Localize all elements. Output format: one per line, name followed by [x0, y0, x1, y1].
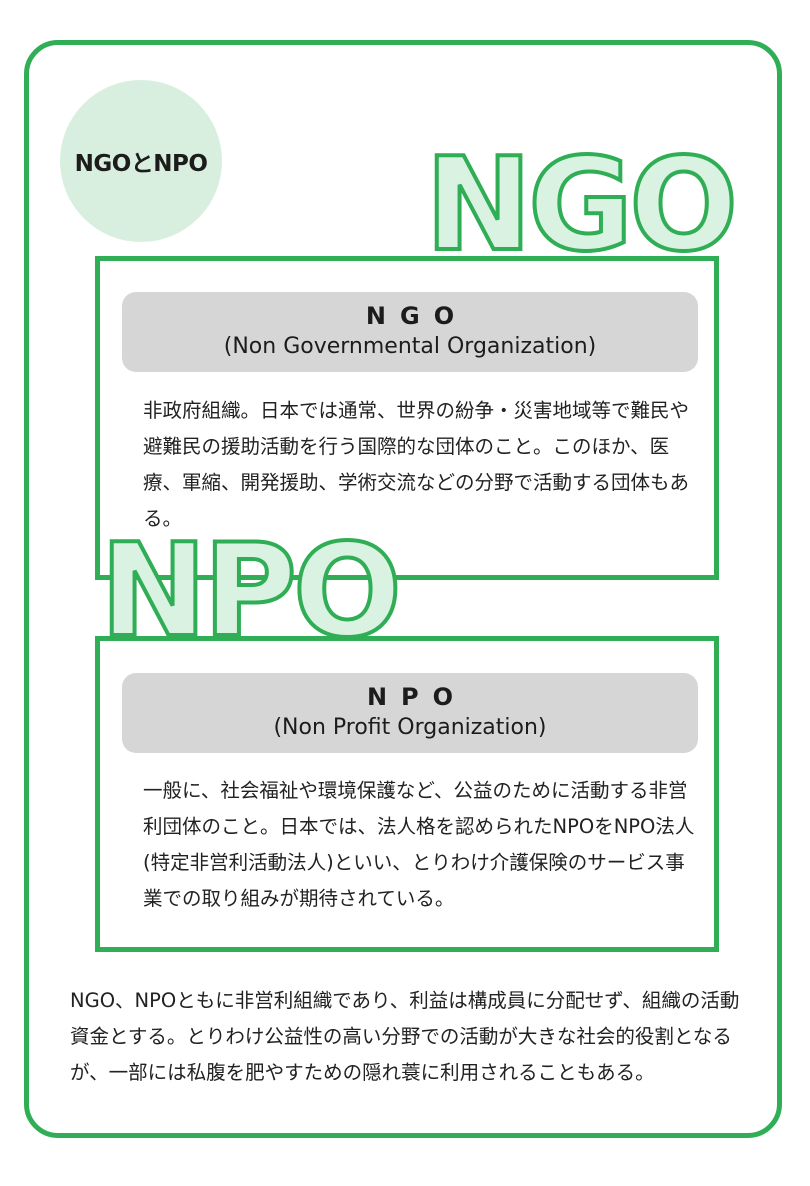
ngo-abbreviation: NGO — [365, 302, 469, 330]
ngo-description: 非政府組織。日本では通常、世界の紛争・災害地域等で難民や避難民の援助活動を行う国… — [143, 399, 690, 530]
summary-text: NGO、NPOともに非営利組織であり、利益は構成員に分配せず、組織の活動資金とす… — [70, 989, 740, 1084]
ngo-full-name: (Non Governmental Organization) — [223, 334, 597, 359]
npo-title-box: NPO (Non Profit Organization) — [122, 673, 698, 753]
topic-label: NGOとNPO — [74, 151, 208, 177]
npo-abbreviation: NPO — [366, 683, 468, 711]
npo-description: 一般に、社会福祉や環境保護など、公益のために活動する非営利団体のこと。日本では、… — [143, 779, 695, 910]
ngo-title-box: NGO (Non Governmental Organization) — [122, 292, 698, 372]
npo-full-name: (Non Profit Organization) — [273, 715, 547, 740]
npo-big-heading: NPO — [98, 517, 404, 666]
npo-panel: NPO (Non Profit Organization) 一般に、社会福祉や環… — [95, 636, 719, 952]
ngo-big-heading: NGO — [423, 131, 740, 280]
topic-badge: NGOとNPO — [60, 80, 222, 242]
